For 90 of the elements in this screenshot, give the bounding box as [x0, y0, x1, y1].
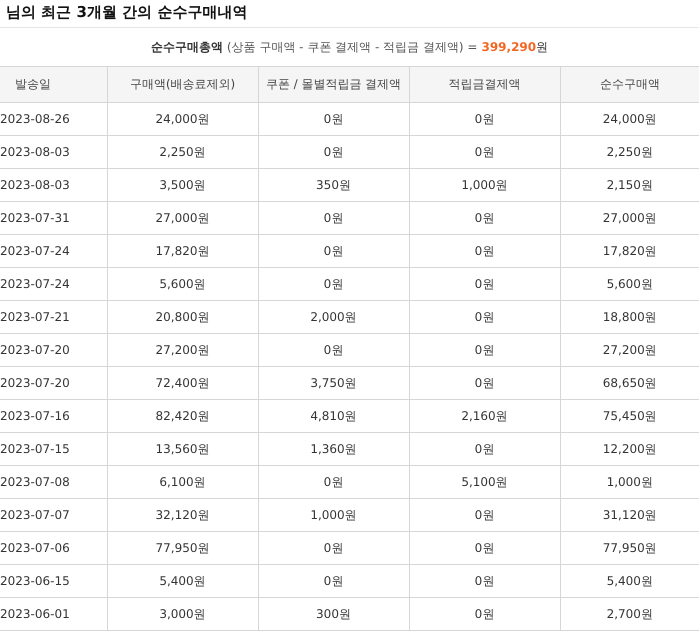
- table-cell: 5,400원: [107, 564, 258, 598]
- table-cell: 2,700원: [560, 598, 699, 630]
- table-cell: 0원: [409, 598, 560, 630]
- table-cell: 0원: [258, 136, 409, 168]
- table-cell: 0원: [258, 334, 409, 366]
- summary-formula: (상품 구매액 - 쿠폰 결제액 - 적립금 결제액) =: [226, 39, 478, 56]
- table-cell: 5,100원: [409, 466, 560, 498]
- table-cell: 6,100원: [107, 466, 258, 498]
- table-cell: 13,560원: [107, 432, 258, 466]
- table-cell: 27,200원: [107, 334, 258, 366]
- table-cell: 20,800원: [107, 300, 258, 334]
- table-cell: 3,750원: [258, 366, 409, 400]
- table-cell: 2023-07-08: [0, 466, 107, 498]
- table-cell: 0원: [409, 102, 560, 136]
- table-cell: 2023-07-31: [0, 202, 107, 234]
- table-cell: 82,420원: [107, 400, 258, 432]
- table-cell: 27,200원: [560, 334, 699, 366]
- table-cell: 0원: [258, 102, 409, 136]
- table-cell: 0원: [258, 202, 409, 234]
- table-cell: 0원: [409, 234, 560, 268]
- table-cell: 77,950원: [560, 532, 699, 564]
- table-cell: 0원: [409, 532, 560, 564]
- table-cell: 27,000원: [560, 202, 699, 234]
- table-cell: 0원: [258, 234, 409, 268]
- table-cell: 2023-07-24: [0, 268, 107, 300]
- table-cell: 2,250원: [560, 136, 699, 168]
- table-cell: 5,600원: [560, 268, 699, 300]
- table-cell: 0원: [258, 466, 409, 498]
- table-cell: 1,360원: [258, 432, 409, 466]
- table-cell: 4,810원: [258, 400, 409, 432]
- table-cell: 0원: [409, 366, 560, 400]
- table-cell: 18,800원: [560, 300, 699, 334]
- column-header: 순수구매액: [560, 66, 699, 102]
- table-cell: 2,160원: [409, 400, 560, 432]
- table-cell: 0원: [409, 498, 560, 532]
- table-cell: 2023-08-03: [0, 168, 107, 202]
- table-cell: 2023-07-06: [0, 532, 107, 564]
- table-cell: 24,000원: [107, 102, 258, 136]
- table-cell: 0원: [409, 564, 560, 598]
- table-cell: 0원: [409, 432, 560, 466]
- column-header: 구매액(배송료제외): [107, 66, 258, 102]
- summary-label: 순수구매총액: [150, 39, 223, 56]
- column-header: 쿠폰 / 몰별적립금 결제액: [258, 66, 409, 102]
- table-cell: 72,400원: [107, 366, 258, 400]
- table-cell: 2023-06-15: [0, 564, 107, 598]
- table-cell: 0원: [409, 300, 560, 334]
- table-cell: 2023-06-01: [0, 598, 107, 630]
- table-cell: 3,000원: [107, 598, 258, 630]
- table-cell: 2,000원: [258, 300, 409, 334]
- table-cell: 2023-08-26: [0, 102, 107, 136]
- table-cell: 2023-07-15: [0, 432, 107, 466]
- table-cell: 3,500원: [107, 168, 258, 202]
- table-cell: 0원: [258, 268, 409, 300]
- table-cell: 0원: [409, 268, 560, 300]
- table-cell: 1,000원: [560, 466, 699, 498]
- table-cell: 77,950원: [107, 532, 258, 564]
- table-cell: 0원: [258, 564, 409, 598]
- table-cell: 0원: [409, 334, 560, 366]
- currency-unit: 원: [536, 40, 548, 54]
- table-cell: 0원: [409, 136, 560, 168]
- table-cell: 0원: [409, 202, 560, 234]
- table-cell: 1,000원: [409, 168, 560, 202]
- total-amount: 399,290: [481, 40, 536, 54]
- table-cell: 5,600원: [107, 268, 258, 300]
- table-cell: 2,150원: [560, 168, 699, 202]
- table-cell: 2023-08-03: [0, 136, 107, 168]
- table-cell: 24,000원: [560, 102, 699, 136]
- table-cell: 68,650원: [560, 366, 699, 400]
- table-cell: 27,000원: [107, 202, 258, 234]
- column-header: 발송일: [0, 66, 107, 102]
- table-cell: 2023-07-16: [0, 400, 107, 432]
- table-cell: 2023-07-20: [0, 334, 107, 366]
- table-cell: 2023-07-21: [0, 300, 107, 334]
- page-title: 님의 최근 3개월 간의 순수구매내역: [0, 0, 699, 28]
- table-cell: 350원: [258, 168, 409, 202]
- table-cell: 2,250원: [107, 136, 258, 168]
- table-cell: 12,200원: [560, 432, 699, 466]
- table-cell: 31,120원: [560, 498, 699, 532]
- table-cell: 17,820원: [560, 234, 699, 268]
- table-cell: 5,400원: [560, 564, 699, 598]
- table-cell: 2023-07-07: [0, 498, 107, 532]
- table-cell: 2023-07-24: [0, 234, 107, 268]
- table-cell: 300원: [258, 598, 409, 630]
- table-cell: 75,450원: [560, 400, 699, 432]
- table-cell: 2023-07-20: [0, 366, 107, 400]
- table-cell: 32,120원: [107, 498, 258, 532]
- table-cell: 1,000원: [258, 498, 409, 532]
- table-cell: 17,820원: [107, 234, 258, 268]
- table-cell: 0원: [258, 532, 409, 564]
- column-header: 적립금결제액: [409, 66, 560, 102]
